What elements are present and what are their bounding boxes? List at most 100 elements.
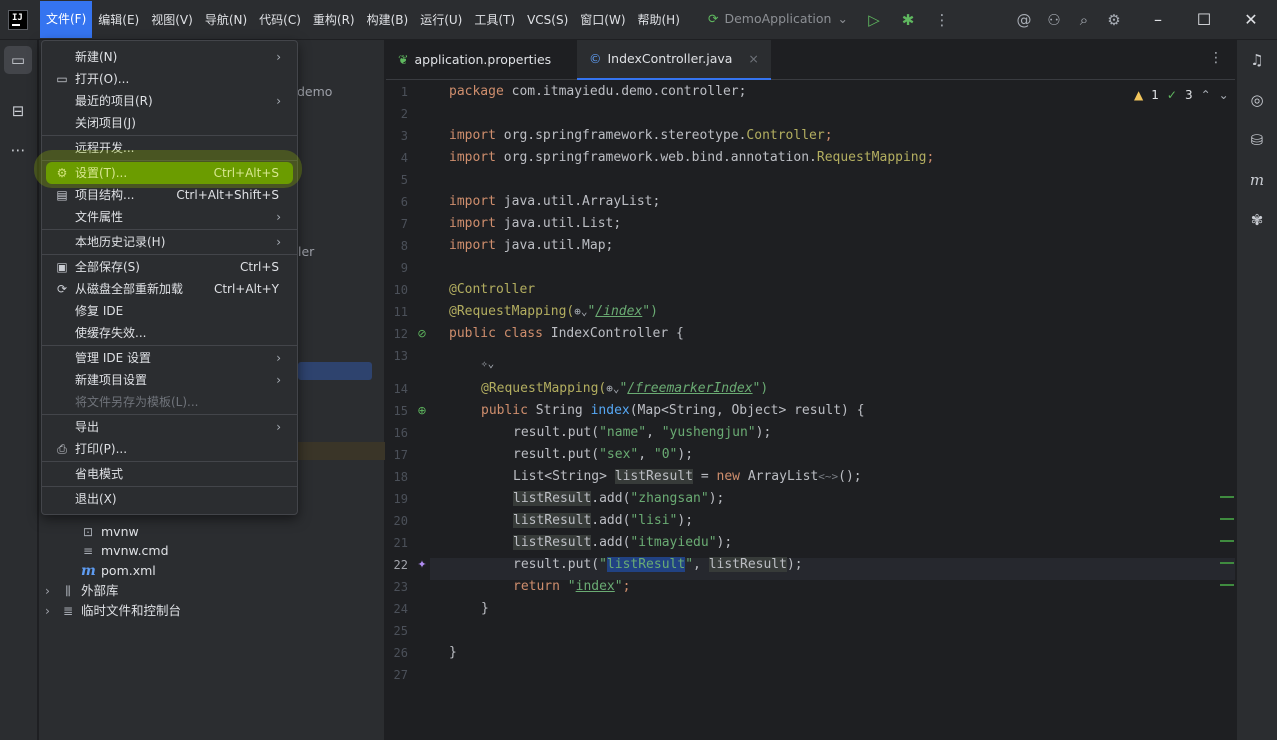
tab-index-controller[interactable]: © IndexController.java × bbox=[577, 40, 771, 80]
tree-item-pom-xml[interactable]: m pom.xml bbox=[81, 561, 156, 581]
tree-selected-row[interactable] bbox=[298, 362, 372, 380]
menu-view[interactable]: 视图(V) bbox=[145, 0, 199, 40]
code-content[interactable]: package com.itmayiedu.demo.controller; i… bbox=[449, 81, 1229, 740]
spring-icon[interactable]: ✾ bbox=[1245, 208, 1269, 232]
menu-code[interactable]: 代码(C) bbox=[253, 0, 307, 40]
folder-icon: ▭ bbox=[56, 72, 68, 86]
change-marker[interactable] bbox=[1220, 518, 1234, 520]
file-menu-dropdown: 新建(N) › ▭ 打开(O)... 最近的项目(R) › 关闭项目(J) 远程开发.… bbox=[41, 40, 298, 515]
editor-tabs: ❦ application.properties © IndexControll… bbox=[386, 40, 1235, 80]
more-tool-windows-icon[interactable]: ⋯ bbox=[4, 136, 32, 164]
code-line-19: listResult.add("zhangsan"); bbox=[513, 491, 725, 506]
menu-item-repair-ide[interactable]: 修复 IDE bbox=[46, 300, 293, 322]
highlighter-annotation bbox=[34, 150, 302, 188]
tree-item-label: pom.xml bbox=[101, 563, 156, 578]
menu-separator bbox=[42, 135, 297, 136]
menu-item-recent-projects[interactable]: 最近的项目(R) › bbox=[46, 90, 293, 112]
menu-help[interactable]: 帮助(H) bbox=[632, 0, 686, 40]
search-icon[interactable]: ⌕ bbox=[1074, 10, 1094, 30]
menu-item-manage-ide-settings[interactable]: 管理 IDE 设置 › bbox=[46, 347, 293, 369]
tree-item-mvnw-cmd[interactable]: ≡ mvnw.cmd bbox=[81, 541, 169, 561]
change-marker[interactable] bbox=[1220, 540, 1234, 542]
web-globe-icon[interactable]: ⊕⌄ bbox=[574, 305, 587, 318]
code-with-me-icon[interactable]: @ bbox=[1014, 10, 1034, 30]
line-number: 9 bbox=[400, 261, 408, 275]
tab-options-icon[interactable]: ⋮ bbox=[1209, 50, 1223, 66]
line-number: 13 bbox=[393, 349, 408, 363]
left-tool-window-bar: ▭ ⊟ ⋯ bbox=[0, 40, 38, 740]
close-tab-icon[interactable]: × bbox=[748, 39, 758, 79]
menu-item-file-properties[interactable]: 文件属性 › bbox=[46, 206, 293, 228]
ai-assistant-icon[interactable]: ✦ bbox=[414, 557, 430, 573]
menu-item-new-project-settings[interactable]: 新建项目设置 › bbox=[46, 369, 293, 391]
tree-item-scratches[interactable]: › ≣ 临时文件和控制台 bbox=[45, 601, 181, 621]
maximize-icon[interactable]: ☐ bbox=[1192, 8, 1216, 32]
change-marker[interactable] bbox=[1220, 584, 1234, 586]
menu-run[interactable]: 运行(U) bbox=[414, 0, 468, 40]
ai-sparkle-icon[interactable]: ✧⌄ bbox=[481, 357, 494, 370]
tree-item-mvnw[interactable]: ⊡ mvnw bbox=[81, 522, 139, 542]
menu-navigate[interactable]: 导航(N) bbox=[199, 0, 253, 40]
menu-file[interactable]: 文件(F) bbox=[40, 1, 93, 38]
add-user-icon[interactable]: ⚇ bbox=[1044, 10, 1064, 30]
menu-item-reload-from-disk[interactable]: ⟳ 从磁盘全部重新加载 Ctrl+Alt+Y bbox=[46, 278, 293, 300]
line-number: 4 bbox=[400, 151, 408, 165]
chevron-right-icon[interactable]: › bbox=[45, 581, 55, 601]
web-globe-icon[interactable]: ⊕⌄ bbox=[606, 382, 619, 395]
menu-tools[interactable]: 工具(T) bbox=[468, 0, 521, 40]
menu-item-export[interactable]: 导出 › bbox=[46, 416, 293, 438]
menu-window[interactable]: 窗口(W) bbox=[574, 0, 631, 40]
code-line-16: result.put("name", "yushengjun"); bbox=[513, 425, 772, 440]
inlay-ai-hint[interactable]: ✧⌄ bbox=[481, 353, 494, 375]
menu-edit[interactable]: 编辑(E) bbox=[92, 0, 145, 40]
menu-refactor[interactable]: 重构(R) bbox=[307, 0, 361, 40]
menu-item-print[interactable]: ⎙ 打印(P)... bbox=[46, 438, 293, 460]
code-line-12: public class IndexController { bbox=[449, 326, 684, 341]
maven-m-icon[interactable]: m bbox=[1245, 168, 1269, 192]
menu-vcs[interactable]: VCS(S) bbox=[521, 0, 574, 40]
spring-bean-icon[interactable]: ⊘ bbox=[414, 326, 430, 342]
notifications-bell-icon[interactable]: ♫ bbox=[1245, 48, 1269, 72]
menu-item-power-save-mode[interactable]: 省电模式 bbox=[46, 463, 293, 485]
menu-item-save-as-template: 将文件另存为模板(L)... bbox=[75, 395, 199, 409]
intellij-logo-icon[interactable]: IJ bbox=[8, 10, 28, 30]
menu-item-exit[interactable]: 退出(X) bbox=[46, 488, 293, 510]
spring-request-mapping-icon[interactable]: ⊕ bbox=[414, 403, 430, 419]
debug-icon[interactable]: ✱ bbox=[898, 10, 918, 30]
close-window-icon[interactable]: ✕ bbox=[1239, 8, 1263, 32]
tree-highlight-row[interactable] bbox=[297, 442, 385, 460]
maven-icon: m bbox=[81, 563, 96, 579]
line-number-gutter: 1 2 3 4 5 6 7 8 9 10 11 12 13 14 15 16 1… bbox=[386, 81, 444, 740]
menu-separator bbox=[42, 229, 297, 230]
chevron-right-icon[interactable]: › bbox=[45, 601, 55, 621]
tree-item-label: mvnw.cmd bbox=[101, 543, 169, 558]
tab-application-properties[interactable]: ❦ application.properties bbox=[386, 40, 563, 80]
menu-item-save-all[interactable]: ▣ 全部保存(S) Ctrl+S bbox=[46, 256, 293, 278]
minimize-icon[interactable]: – bbox=[1146, 8, 1170, 32]
code-line-23: return "index"; bbox=[513, 579, 631, 594]
menu-item-close-project[interactable]: 关闭项目(J) bbox=[46, 112, 293, 134]
menu-item-open[interactable]: ▭ 打开(O)... bbox=[46, 68, 293, 90]
menu-item-invalidate-caches[interactable]: 使缓存失效... bbox=[46, 322, 293, 344]
change-marker[interactable] bbox=[1220, 562, 1234, 564]
spring-config-icon: ❦ bbox=[398, 52, 409, 67]
run-configuration-selector[interactable]: ⟳ DemoApplication ⌄ bbox=[708, 11, 848, 26]
menu-item-new[interactable]: 新建(N) › bbox=[46, 46, 293, 68]
menu-item-local-history[interactable]: 本地历史记录(H) › bbox=[46, 231, 293, 253]
more-actions-icon[interactable]: ⋮ bbox=[932, 10, 952, 30]
tree-item-label: mvnw bbox=[101, 524, 139, 539]
structure-icon[interactable]: ⊟ bbox=[4, 97, 32, 125]
title-bar: IJ 文件(F) 编辑(E) 视图(V) 导航(N) 代码(C) 重构(R) 构… bbox=[0, 0, 1277, 40]
code-line-1: package com.itmayiedu.demo.controller; bbox=[449, 84, 747, 99]
change-marker[interactable] bbox=[1220, 496, 1234, 498]
code-line-8: import java.util.Map; bbox=[449, 238, 614, 253]
project-folder-icon[interactable]: ▭ bbox=[4, 46, 32, 74]
settings-gear-icon[interactable]: ⚙ bbox=[1104, 10, 1124, 30]
ai-assistant-chat-icon[interactable]: ◎ bbox=[1245, 88, 1269, 112]
menu-separator bbox=[42, 461, 297, 462]
menu-build[interactable]: 构建(B) bbox=[361, 0, 415, 40]
database-icon[interactable]: ⛁ bbox=[1245, 128, 1269, 152]
line-number: 11 bbox=[393, 305, 408, 319]
tree-item-external-libraries[interactable]: › ⫼ 外部库 bbox=[45, 581, 119, 601]
run-icon[interactable]: ▷ bbox=[864, 10, 884, 30]
